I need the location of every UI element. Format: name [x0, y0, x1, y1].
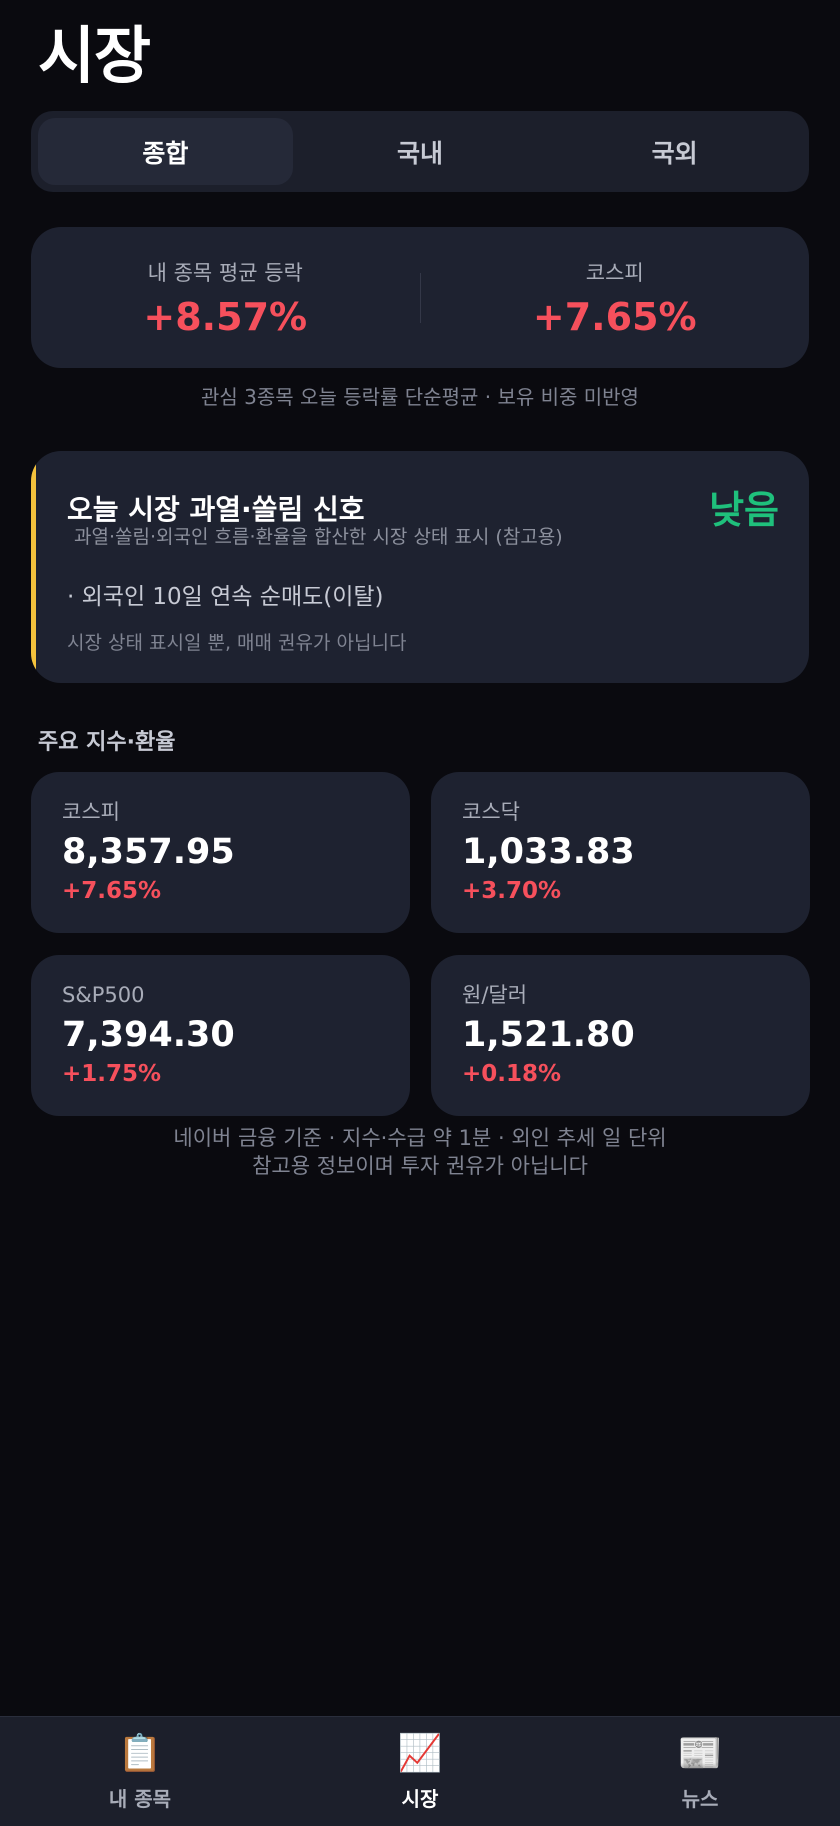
signal-subtitle: 과열·쏠림·외국인 흐름·환율을 합산한 시장 상태 표시 (참고용) [74, 526, 563, 548]
nav-item-my-stocks[interactable]: 📋 내 종목 [0, 1717, 280, 1826]
index-card-sp500[interactable]: S&P500 7,394.30 +1.75% [31, 955, 410, 1116]
kospi-summary-value: +7.65% [532, 294, 697, 339]
index-change: +3.70% [462, 878, 562, 904]
index-name: S&P500 [62, 983, 145, 1007]
my-stocks-average: 내 종목 평균 등락 +8.57% [31, 257, 420, 339]
index-value: 7,394.30 [62, 1015, 235, 1055]
my-stocks-average-value: +8.57% [143, 294, 308, 339]
index-change: +7.65% [62, 878, 162, 904]
clipboard-icon: 📋 [117, 1733, 163, 1774]
index-name: 원/달러 [462, 983, 528, 1007]
nav-item-market[interactable]: 📈 시장 [280, 1717, 560, 1826]
nav-label: 내 종목 [108, 1787, 172, 1811]
market-signal-card[interactable]: 오늘 시장 과열·쏠림 신호 낮음 과열·쏠림·외국인 흐름·환율을 합산한 시… [31, 451, 809, 683]
kospi-summary: 코스피 +7.65% [421, 257, 810, 339]
kospi-summary-label: 코스피 [585, 260, 644, 285]
indices-disclaimer: 참고용 정보이며 투자 권유가 아닙니다 [252, 1154, 588, 1178]
signal-level-badge: 낮음 [709, 488, 779, 532]
tab-domestic[interactable]: 국내 [293, 118, 548, 185]
nav-label: 뉴스 [681, 1787, 719, 1811]
index-card-kospi[interactable]: 코스피 8,357.95 +7.65% [31, 772, 410, 933]
summary-caption: 관심 3종목 오늘 등락률 단순평균 · 보유 비중 미반영 [201, 385, 639, 409]
index-value: 1,033.83 [462, 832, 635, 872]
index-change: +1.75% [62, 1061, 162, 1087]
tab-overseas[interactable]: 국외 [547, 118, 802, 185]
index-card-kosdaq[interactable]: 코스닥 1,033.83 +3.70% [431, 772, 810, 933]
index-card-krw-usd[interactable]: 원/달러 1,521.80 +0.18% [431, 955, 810, 1116]
indices-section-title: 주요 지수·환율 [38, 730, 176, 755]
bottom-nav: 📋 내 종목 📈 시장 📰 뉴스 [0, 1716, 840, 1826]
my-stocks-average-label: 내 종목 평균 등락 [147, 260, 303, 285]
index-value: 8,357.95 [62, 832, 235, 872]
signal-accent-bar [31, 451, 36, 683]
nav-label: 시장 [401, 1787, 439, 1811]
index-name: 코스피 [62, 800, 120, 824]
summary-card: 내 종목 평균 등락 +8.57% 코스피 +7.65% [31, 227, 809, 368]
index-name: 코스닥 [462, 800, 520, 824]
index-change: +0.18% [462, 1061, 562, 1087]
page-title: 시장 [38, 19, 151, 92]
chart-up-icon: 📈 [397, 1733, 443, 1774]
signal-disclaimer: 시장 상태 표시일 뿐, 매매 권유가 아닙니다 [67, 632, 407, 654]
nav-item-news[interactable]: 📰 뉴스 [560, 1717, 840, 1826]
tab-overall[interactable]: 종합 [38, 118, 293, 185]
newspaper-icon: 📰 [677, 1733, 723, 1774]
indices-source-note: 네이버 금융 기준 · 지수·수급 약 1분 · 외인 추세 일 단위 [173, 1126, 667, 1150]
market-tabs: 종합 국내 국외 [31, 111, 809, 192]
index-value: 1,521.80 [462, 1015, 635, 1055]
signal-item: · 외국인 10일 연속 순매도(이탈) [67, 584, 384, 610]
